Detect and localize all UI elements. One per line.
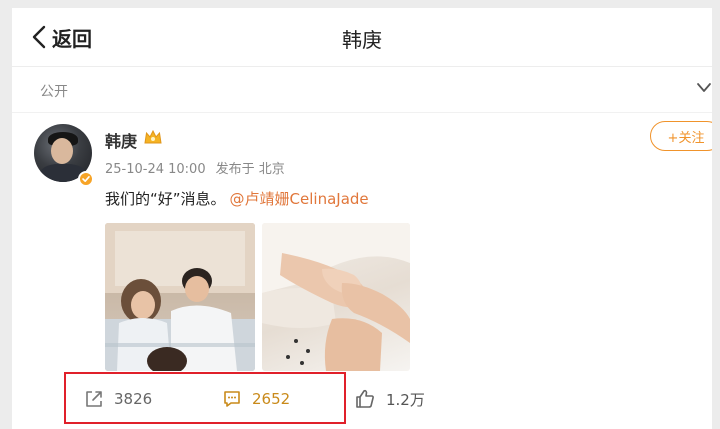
comment-count: 2652 — [252, 390, 291, 408]
avatar-face — [51, 138, 73, 164]
forward-icon — [86, 391, 102, 407]
photo-1-illustration — [105, 223, 255, 371]
crown-icon — [144, 129, 162, 144]
visibility-row[interactable]: 公开 — [12, 66, 712, 113]
author-name[interactable]: 韩庚 — [105, 128, 137, 152]
chevron-down-icon[interactable] — [696, 82, 712, 94]
post-body: 我们的“好”消息。 — [105, 190, 226, 208]
forward-button[interactable]: 3826 — [84, 388, 152, 410]
follow-button[interactable]: +关注 — [650, 121, 712, 151]
like-count: 1.2万 — [386, 390, 425, 409]
comment-button[interactable]: 2652 — [222, 388, 290, 410]
post-photo-2[interactable] — [262, 223, 410, 371]
mention-link[interactable]: @卢靖姗CelinaJade — [230, 190, 369, 208]
visibility-label: 公开 — [40, 84, 68, 100]
photo-2-illustration — [262, 223, 410, 371]
like-button[interactable]: 1.2万 — [354, 388, 425, 410]
post-photo-1[interactable] — [105, 223, 255, 371]
verified-icon — [78, 171, 94, 187]
post-text: 我们的“好”消息。 @卢靖姗CelinaJade — [105, 188, 369, 209]
comment-icon — [224, 391, 240, 407]
page-title: 韩庚 — [342, 28, 382, 52]
post-source: 发布于 北京 — [215, 162, 285, 177]
stats-bar: 3826 2652 1.2万 — [64, 372, 712, 429]
navbar: 返回 韩庚 — [12, 8, 712, 67]
weibo-post-page: 返回 韩庚 公开 韩庚 25-10-24 10:00 发布于 北京 +关注 我们的… — [12, 8, 712, 429]
post-date: 25-10-24 10:00 — [105, 162, 206, 177]
post-meta: 25-10-24 10:00 发布于 北京 — [105, 158, 295, 177]
like-icon — [356, 389, 374, 408]
forward-count: 3826 — [114, 390, 153, 408]
